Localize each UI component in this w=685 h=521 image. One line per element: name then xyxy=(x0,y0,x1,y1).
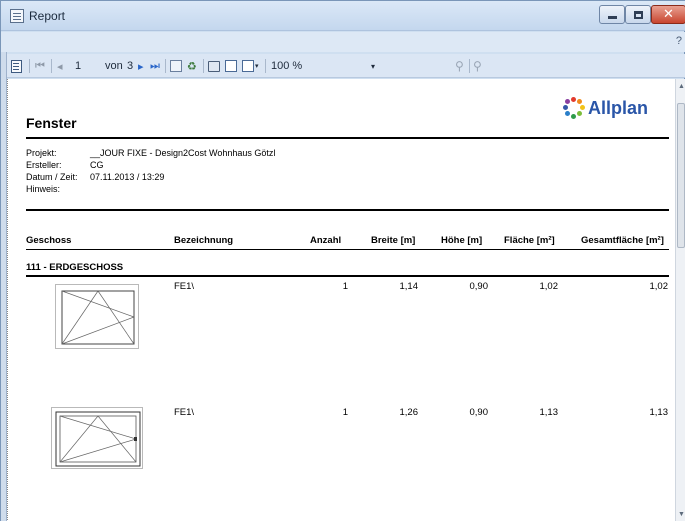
column-header-hoehe: Höhe [m] xyxy=(441,235,483,246)
column-header-bezeichnung: Bezeichnung xyxy=(174,235,234,246)
allplan-logo: Allplan xyxy=(563,97,648,119)
minimize-icon xyxy=(607,16,617,19)
export-button[interactable] xyxy=(11,58,22,74)
meta-key: Ersteller: xyxy=(26,160,62,170)
row2-breite: 1,26 xyxy=(399,407,419,418)
report-page: Fenster Allplan Projekt: __JOUR FIXE - D… xyxy=(7,79,675,521)
last-page-icon: ⏭ xyxy=(150,59,160,72)
refresh-icon: ♻ xyxy=(187,60,197,73)
page-setup-dropdown-icon: ▾ xyxy=(255,63,259,70)
last-page-button[interactable]: ⏭ xyxy=(150,58,160,74)
close-button[interactable]: ✕ xyxy=(651,5,685,24)
vertical-scrollbar[interactable]: ▲ ▼ xyxy=(675,79,685,521)
report-app-icon xyxy=(10,9,24,23)
meta-row-projekt: Projekt: __JOUR FIXE - Design2Cost Wohnh… xyxy=(26,147,275,159)
meta-value: __JOUR FIXE - Design2Cost Wohnhaus Götzl xyxy=(90,148,276,158)
window-title: Report xyxy=(29,9,66,23)
column-header-breite: Breite [m] xyxy=(371,235,416,246)
refresh-button[interactable]: ♻ xyxy=(187,58,197,74)
title-divider xyxy=(26,137,669,139)
previous-page-button[interactable]: ◂ xyxy=(57,58,63,74)
meta-row-ersteller: Ersteller: CG xyxy=(26,159,275,171)
page-setup-button[interactable]: ▾ xyxy=(242,58,259,74)
page-of-label: von xyxy=(105,60,123,72)
help-button[interactable]: ? xyxy=(676,35,682,47)
group-header: 111 - ERDGESCHOSS xyxy=(26,262,124,273)
find-button[interactable]: ⚲ xyxy=(455,58,464,74)
meta-value: CG xyxy=(90,160,104,170)
maximize-button[interactable] xyxy=(625,5,651,24)
report-meta: Projekt: __JOUR FIXE - Design2Cost Wohnh… xyxy=(26,147,275,195)
row1-hoehe: 0,90 xyxy=(469,281,489,292)
row2-anzahl: 1 xyxy=(342,407,348,418)
row2-flaeche: 1,13 xyxy=(539,407,559,418)
report-title: Fenster xyxy=(26,115,77,131)
report-window: Report ✕ ? ⏮ ◂ 1 von 3 ▸ ⏭ ♻ ▾ 100 % ▾ ⚲… xyxy=(0,0,685,521)
meta-value: 07.11.2013 / 13:29 xyxy=(90,172,165,182)
row2-hoehe: 0,90 xyxy=(469,407,489,418)
meta-divider xyxy=(26,209,669,211)
minimize-button[interactable] xyxy=(599,5,625,24)
stop-icon xyxy=(170,60,182,72)
meta-key: Datum / Zeit: xyxy=(26,172,78,182)
export-document-icon xyxy=(11,59,22,73)
page-number-input[interactable]: 1 xyxy=(75,58,81,74)
maximize-icon xyxy=(633,10,643,19)
group-divider xyxy=(26,275,669,277)
allplan-logo-icon xyxy=(563,97,585,119)
window-elevation-graphic xyxy=(55,411,141,467)
report-toolbar: ⏮ ◂ 1 von 3 ▸ ⏭ ♻ ▾ 100 % ▾ ⚲ ⚲ xyxy=(7,54,685,78)
scroll-thumb[interactable] xyxy=(677,103,685,248)
print-layout-button[interactable] xyxy=(225,58,237,74)
row1-bezeichnung: FE1\ xyxy=(174,281,195,292)
row1-gesamtflaeche: 1,02 xyxy=(649,281,669,292)
meta-key: Hinweis: xyxy=(26,184,61,194)
meta-row-datum: Datum / Zeit: 07.11.2013 / 13:29 xyxy=(26,171,275,183)
row2-bezeichnung: FE1\ xyxy=(174,407,195,418)
close-icon: ✕ xyxy=(663,7,674,22)
find-next-icon: ⚲ xyxy=(473,59,482,73)
find-icon: ⚲ xyxy=(455,59,464,73)
previous-page-icon: ◂ xyxy=(57,60,63,73)
print-button[interactable] xyxy=(208,58,220,74)
zoom-dropdown-icon: ▾ xyxy=(371,61,376,71)
row1-flaeche: 1,02 xyxy=(539,281,559,292)
header-divider xyxy=(26,249,669,250)
first-page-icon: ⏮ xyxy=(35,59,45,72)
next-page-button[interactable]: ▸ xyxy=(138,58,144,74)
zoom-dropdown-button[interactable]: ▾ xyxy=(371,58,375,74)
row1-anzahl: 1 xyxy=(342,281,348,292)
help-bar: ? xyxy=(1,32,685,52)
column-header-gesamtflaeche: Gesamtfläche [m²] xyxy=(581,235,664,246)
stop-button[interactable] xyxy=(170,58,182,74)
scroll-up-icon[interactable]: ▲ xyxy=(678,83,685,90)
allplan-logo-text: Allplan xyxy=(588,97,649,118)
page-total: 3 xyxy=(127,60,134,72)
title-bar: Report ✕ xyxy=(1,1,685,31)
window-thumbnail xyxy=(51,407,143,469)
print-layout-icon xyxy=(225,60,237,72)
zoom-value[interactable]: 100 % xyxy=(271,58,302,74)
row2-gesamtflaeche: 1,13 xyxy=(649,407,669,418)
meta-row-hinweis: Hinweis: xyxy=(26,183,275,195)
page-setup-icon xyxy=(242,60,254,72)
row1-breite: 1,14 xyxy=(399,281,419,292)
find-next-button[interactable]: ⚲ xyxy=(473,58,482,74)
next-page-icon: ▸ xyxy=(138,60,144,73)
column-header-anzahl: Anzahl xyxy=(310,235,342,246)
meta-key: Projekt: xyxy=(26,148,57,158)
first-page-button[interactable]: ⏮ xyxy=(35,58,45,74)
column-header-flaeche: Fläche [m²] xyxy=(504,235,555,246)
window-elevation-graphic xyxy=(61,290,135,345)
window-thumbnail xyxy=(55,284,139,349)
scroll-down-icon[interactable]: ▼ xyxy=(678,511,685,518)
printer-icon xyxy=(208,60,220,72)
column-header-geschoss: Geschoss xyxy=(26,235,72,246)
